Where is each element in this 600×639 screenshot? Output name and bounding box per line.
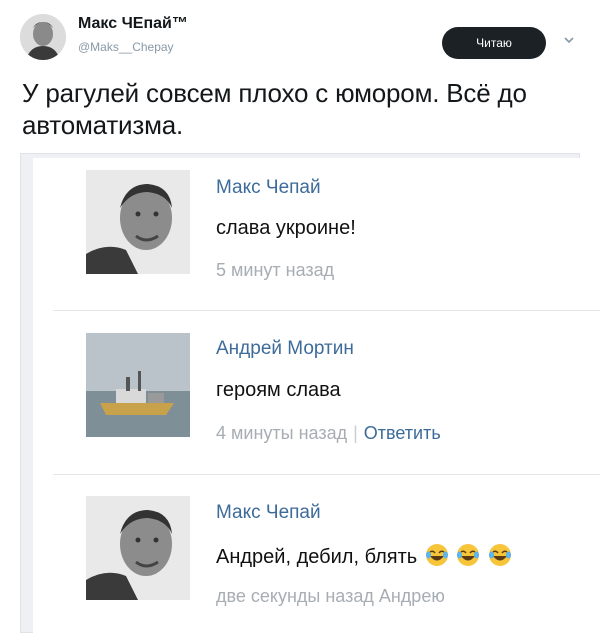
tweet-author-name[interactable]: Макс ЧЕпай™ [78,15,188,33]
meta-separator: | [353,423,358,443]
comment-timestamp: две секунды назад Андрею [216,586,445,606]
follow-button[interactable]: Читаю [442,27,546,59]
comment-avatar[interactable] [86,496,190,600]
chevron-down-icon[interactable] [562,33,576,47]
comment-text: героям слава [216,379,341,401]
comment-author[interactable]: Макс Чепай [216,177,321,199]
comment-text-row: Андрей, дебил, блять [216,543,512,569]
comment-avatar[interactable] [86,333,190,437]
tweet-author-avatar[interactable] [20,14,66,60]
comment-text: слава укроине! [216,217,356,239]
divider [53,310,600,311]
face-with-tears-of-joy-icon [488,544,511,566]
face-with-tears-of-joy-icon [457,544,480,566]
comments-panel: Макс Чепай слава укроине! 5 минут назад … [33,158,600,634]
comment-avatar[interactable] [86,170,190,274]
reply-link[interactable]: Ответить [364,423,441,443]
attached-screenshot[interactable]: Макс Чепай слава укроине! 5 минут назад … [20,153,600,634]
comment-timestamp: 5 минут назад [216,260,335,280]
comment-text: Андрей, дебил, блять [216,546,418,568]
comment-author[interactable]: Андрей Мортин [216,338,354,360]
emoji-group [423,544,512,568]
tweet-text: У рагулей совсем плохо с юмором. Всё до … [22,78,527,140]
comment-author[interactable]: Макс Чепай [216,502,321,524]
comment-meta: 4 минуты назад | Ответить [216,423,441,444]
comment-timestamp: 4 минуты назад [216,423,348,443]
face-with-tears-of-joy-icon [425,544,448,566]
tweet-author-handle[interactable]: @Maks__Chepay [78,40,174,54]
divider [53,474,600,475]
